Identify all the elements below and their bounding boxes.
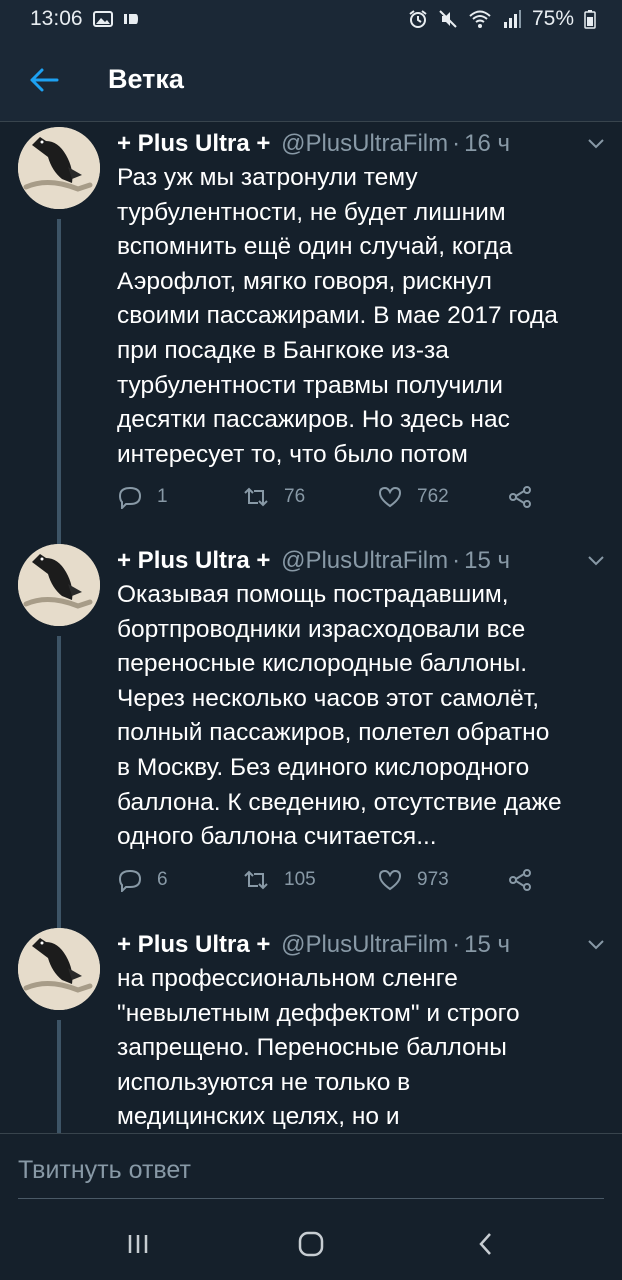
back-arrow-icon (30, 68, 59, 91)
mute-icon (438, 9, 458, 29)
tweet-text: на профессиональном сленге "невылетным д… (117, 965, 520, 1131)
like-count: 973 (417, 869, 449, 890)
recent-apps-button[interactable] (108, 1226, 168, 1262)
like-count: 762 (417, 486, 449, 507)
raven-avatar-image (18, 544, 100, 626)
tweet-time: 16 ч (464, 130, 510, 157)
signal-icon (502, 9, 522, 29)
thread-connector-line (57, 636, 61, 936)
chevron-down-icon[interactable] (585, 936, 607, 952)
avatar[interactable] (18, 127, 100, 209)
retweet-button[interactable]: 76 (242, 485, 305, 509)
battery-percent: 75% (531, 7, 574, 30)
reply-button[interactable]: 6 (117, 868, 168, 892)
raven-avatar-image (18, 127, 100, 209)
home-icon (298, 1231, 324, 1257)
heart-icon (378, 869, 402, 891)
alarm-icon (408, 9, 428, 29)
author-handle: @PlusUltraFilm (281, 130, 449, 157)
author-name[interactable]: + Plus Ultra + (117, 130, 270, 157)
author-name[interactable]: + Plus Ultra + (117, 547, 270, 574)
reply-icon (118, 486, 142, 509)
back-button[interactable] (24, 60, 64, 100)
separator-dot: · (452, 130, 461, 157)
retweet-icon (244, 870, 268, 890)
tweet-text: Оказывая помощь пострадавшим, бортпровод… (117, 581, 562, 851)
gallery-notification-icon (92, 11, 113, 27)
status-right: 75% (408, 7, 596, 31)
heart-icon (378, 486, 402, 508)
retweet-button[interactable]: 105 (242, 868, 316, 892)
author-name[interactable]: + Plus Ultra + (117, 931, 270, 958)
media-notification-icon (123, 12, 139, 26)
avatar[interactable] (18, 928, 100, 1010)
retweet-count: 105 (284, 869, 316, 890)
avatar[interactable] (18, 544, 100, 626)
back-chevron-icon (479, 1233, 491, 1255)
back-nav-button[interactable] (456, 1226, 516, 1262)
wifi-icon (468, 9, 492, 29)
reply-count: 1 (157, 486, 168, 507)
raven-avatar-image (18, 928, 100, 1010)
thread-connector-line (57, 219, 61, 559)
tweet[interactable]: + Plus Ultra + @PlusUltraFilm · 16 ч Раз у… (0, 127, 622, 559)
author-handle: @PlusUltraFilm (281, 547, 449, 574)
reply-composer: Твитнуть ответ (0, 1133, 622, 1208)
tweet-actions: 6 105 973 (117, 868, 557, 898)
chevron-down-icon[interactable] (585, 135, 607, 151)
reply-count: 6 (157, 869, 168, 890)
tweet-header: + Plus Ultra + @PlusUltraFilm · 16 ч (117, 129, 587, 159)
reply-button[interactable]: 1 (117, 485, 168, 509)
share-icon (509, 869, 531, 891)
share-icon (509, 486, 531, 508)
tweet-text: Раз уж мы затронули тему турбулентности,… (117, 164, 558, 468)
share-button[interactable] (507, 868, 533, 892)
system-nav-bar (0, 1208, 622, 1280)
thread-connector-line (57, 1020, 61, 1133)
reply-input[interactable]: Твитнуть ответ (18, 1156, 191, 1185)
page-title: Ветка (108, 64, 184, 94)
tweet-time: 15 ч (464, 547, 510, 574)
like-button[interactable]: 762 (377, 485, 449, 509)
status-left: 13:06 (30, 7, 139, 31)
retweet-count: 76 (284, 486, 306, 507)
author-handle: @PlusUltraFilm (281, 931, 449, 958)
tweet-time: 15 ч (464, 931, 510, 958)
tweet-header: + Plus Ultra + @PlusUltraFilm · 15 ч (117, 930, 587, 960)
retweet-icon (244, 487, 268, 507)
tweet[interactable]: + Plus Ultra + @PlusUltraFilm · 15 ч Оказы… (0, 544, 622, 936)
home-button[interactable] (281, 1226, 341, 1262)
tweet-header: + Plus Ultra + @PlusUltraFilm · 15 ч (117, 546, 587, 576)
tweet[interactable]: + Plus Ultra + @PlusUltraFilm · 15 ч на пр… (0, 928, 622, 1133)
like-button[interactable]: 973 (377, 868, 449, 892)
battery-icon (584, 9, 596, 29)
thread-timeline[interactable]: + Plus Ultra + @PlusUltraFilm · 16 ч Раз у… (0, 123, 622, 1133)
chevron-down-icon[interactable] (585, 552, 607, 568)
app-header: Ветка (0, 38, 622, 122)
status-time: 13:06 (30, 7, 83, 30)
tweet-actions: 1 76 762 (117, 485, 557, 515)
status-bar: 13:06 75% (0, 0, 622, 38)
separator-dot: · (452, 547, 461, 574)
share-button[interactable] (507, 485, 533, 509)
reply-input-underline (18, 1198, 604, 1199)
reply-icon (118, 869, 142, 892)
separator-dot: · (452, 931, 461, 958)
recent-apps-icon (128, 1235, 148, 1253)
